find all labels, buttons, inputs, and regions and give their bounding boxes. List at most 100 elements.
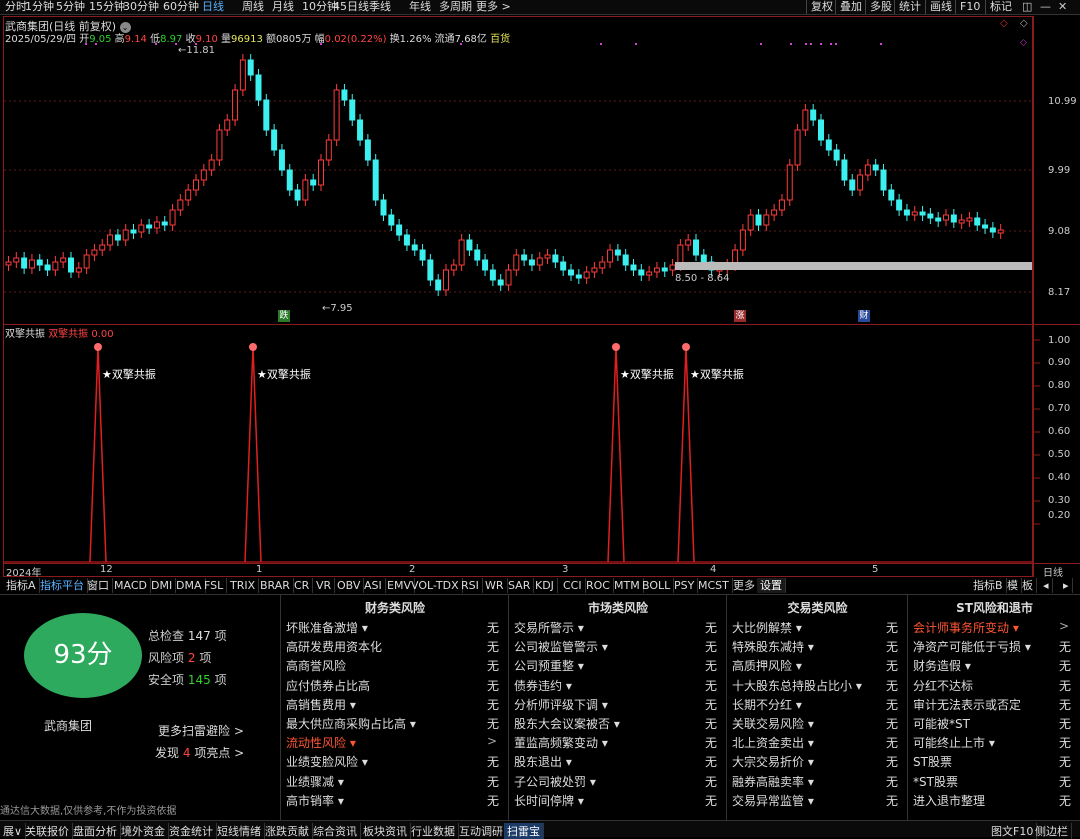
indicator-tab[interactable]: 指标A bbox=[3, 578, 40, 593]
risk-item[interactable]: 大比例解禁 ▾ bbox=[732, 619, 802, 636]
indicator-tab[interactable]: MACD bbox=[111, 578, 151, 593]
risk-item[interactable]: 最大供应商采购占比高 ▾ bbox=[286, 715, 416, 732]
risk-item[interactable]: 进入退市整理 bbox=[913, 792, 985, 809]
risk-item[interactable]: 流动性风险 ▾ bbox=[286, 734, 356, 751]
risk-item[interactable]: 高商誉风险 bbox=[286, 657, 346, 674]
indicator-tab[interactable]: KDJ bbox=[532, 578, 558, 593]
risk-item[interactable]: 高研发费用资本化 bbox=[286, 638, 382, 655]
risk-item[interactable]: 审计无法表示或否定 bbox=[913, 696, 1021, 713]
risk-item[interactable]: 特殊股东减持 ▾ bbox=[732, 638, 814, 655]
candle-body bbox=[989, 227, 996, 233]
risk-item[interactable]: 可能终止上市 ▾ bbox=[913, 734, 995, 751]
indicator-tab[interactable]: VR bbox=[313, 578, 336, 593]
indicator-tab[interactable]: ROC bbox=[583, 578, 614, 593]
risk-item[interactable]: 会计师事务所变动 ▾ bbox=[913, 619, 1019, 636]
candle-body bbox=[755, 214, 762, 226]
candle-body bbox=[528, 259, 535, 266]
risk-item[interactable]: 债券违约 ▾ bbox=[514, 677, 572, 694]
risk-item[interactable]: 股东大会议案被否 ▾ bbox=[514, 715, 620, 732]
risk-item[interactable]: 高质押风险 ▾ bbox=[732, 657, 802, 674]
time-tick-label: 2024年 bbox=[6, 568, 42, 579]
candle-body bbox=[443, 269, 449, 291]
risk-column: 财务类风险 坏账准备激增 ▾ 无高研发费用资本化无高商誉风险无应付债券占比高无高销售… bbox=[280, 595, 508, 821]
expand-arrow-icon[interactable]: > bbox=[487, 734, 497, 748]
risk-item[interactable]: 高销售费用 ▾ bbox=[286, 696, 356, 713]
risk-column-title: 财务类风险 bbox=[364, 601, 425, 615]
risk-status: 无 bbox=[886, 736, 899, 751]
highlights-link[interactable]: 发现 4 项亮点 > bbox=[155, 744, 244, 761]
risk-item[interactable]: 交易异常监管 ▾ bbox=[732, 792, 814, 809]
risk-item[interactable]: 融券高融卖率 ▾ bbox=[732, 773, 814, 790]
indicator-tab[interactable]: 更多 bbox=[730, 578, 759, 593]
indicator-tab[interactable]: RSI bbox=[458, 578, 483, 593]
candle-body bbox=[99, 244, 106, 251]
candle-body bbox=[958, 219, 965, 224]
risk-item[interactable]: 应付债券占比高 bbox=[286, 677, 370, 694]
event-badge-down[interactable]: 跌 bbox=[278, 310, 290, 322]
indicator-tab[interactable]: TRIX bbox=[227, 578, 260, 593]
risk-item[interactable]: *ST股票 bbox=[913, 773, 958, 790]
candle-body bbox=[778, 199, 785, 211]
risk-item[interactable]: 子公司被处罚 ▾ bbox=[514, 773, 596, 790]
signal-dot bbox=[810, 43, 812, 45]
risk-item[interactable]: 可能被*ST bbox=[913, 715, 970, 732]
risk-item[interactable]: 高市销率 ▾ bbox=[286, 792, 344, 809]
signal-dot bbox=[85, 43, 87, 45]
risk-item[interactable]: 净资产可能低于亏损 ▾ bbox=[913, 638, 1031, 655]
more-scan-link[interactable]: 更多扫雷避险 > bbox=[158, 722, 244, 739]
indicator-tab[interactable]: MCST bbox=[695, 578, 733, 593]
indicator-tab[interactable]: BOLL bbox=[639, 578, 675, 593]
indicator-tab[interactable]: DMI bbox=[148, 578, 177, 593]
risk-item[interactable]: 坏账准备激增 ▾ bbox=[286, 619, 368, 636]
indicator-tab[interactable]: BRAR bbox=[257, 578, 294, 593]
event-badge-finance[interactable]: 财 bbox=[858, 310, 870, 322]
candle-body bbox=[646, 271, 653, 276]
indicator-tab[interactable]: WR bbox=[482, 578, 508, 593]
indicator-tab[interactable]: VOL-TDX bbox=[408, 578, 463, 593]
indicator-tab[interactable]: SAR bbox=[505, 578, 535, 593]
signal-text: ★双擎共振 bbox=[102, 368, 156, 381]
risk-item[interactable]: 十大股东总持股占比小 ▾ bbox=[732, 677, 862, 694]
risk-item[interactable]: 长时间停牌 ▾ bbox=[514, 792, 584, 809]
time-tick-label: 1 bbox=[256, 564, 263, 575]
time-tick-label: 4 bbox=[710, 564, 717, 575]
time-tick-label: 12 bbox=[100, 564, 113, 575]
indicator-tab[interactable]: 设置 bbox=[757, 578, 786, 593]
risk-item[interactable]: 公司被监管警示 ▾ bbox=[514, 638, 608, 655]
indicator-tab[interactable]: CCI bbox=[560, 578, 586, 593]
risk-item[interactable]: 交易所警示 ▾ bbox=[514, 619, 584, 636]
candle-body bbox=[138, 224, 145, 233]
risk-item[interactable]: 业绩骤减 ▾ bbox=[286, 773, 344, 790]
risk-item[interactable]: 公司预重整 ▾ bbox=[514, 657, 584, 674]
risk-status: 无 bbox=[705, 793, 718, 808]
risk-item[interactable]: 北上资金卖出 ▾ bbox=[732, 734, 814, 751]
indicator-tab-right[interactable]: 指标B bbox=[970, 578, 1007, 593]
event-badge-up[interactable]: 涨 bbox=[734, 310, 746, 322]
indicator-tab[interactable]: ASI bbox=[361, 578, 386, 593]
indicator-tab[interactable]: 指标平台 bbox=[37, 578, 88, 593]
candle-body bbox=[982, 224, 989, 229]
indicator-tab-right[interactable]: 板 bbox=[1019, 578, 1037, 593]
expand-arrow-icon[interactable]: > bbox=[1059, 619, 1069, 633]
risk-item[interactable]: 董监高频繁变动 ▾ bbox=[514, 734, 608, 751]
candle-body bbox=[943, 214, 949, 221]
risk-item[interactable]: 关联交易风险 ▾ bbox=[732, 715, 814, 732]
indicator-tab[interactable]: 窗口 bbox=[84, 578, 113, 593]
risk-item[interactable]: 大宗交易折价 ▾ bbox=[732, 753, 814, 770]
risk-item[interactable]: 分析师评级下调 ▾ bbox=[514, 696, 608, 713]
risk-item[interactable]: 财务造假 ▾ bbox=[913, 657, 971, 674]
candle-body bbox=[372, 159, 379, 201]
candle-body bbox=[318, 159, 324, 186]
chevron-left-icon[interactable]: ◂ bbox=[1040, 578, 1053, 593]
risk-item[interactable]: ST股票 bbox=[913, 753, 952, 770]
indicator-tab[interactable]: CR bbox=[291, 578, 314, 593]
risk-item[interactable]: 业绩变脸风险 ▾ bbox=[286, 753, 368, 770]
risk-item[interactable]: 分红不达标 bbox=[913, 677, 973, 694]
risk-column: 交易类风险 大比例解禁 ▾ 无特殊股东减持 ▾ 无高质押风险 ▾ 无十大股东总持股占比小… bbox=[726, 595, 907, 821]
risk-item[interactable]: 股东退出 ▾ bbox=[514, 753, 572, 770]
indicator-tab[interactable]: FSL bbox=[201, 578, 228, 593]
indicator-tab[interactable]: OBV bbox=[334, 578, 365, 593]
candle-body bbox=[21, 257, 28, 269]
chevron-right-icon[interactable]: ▸ bbox=[1060, 578, 1073, 593]
risk-item[interactable]: 长期不分红 ▾ bbox=[732, 696, 802, 713]
